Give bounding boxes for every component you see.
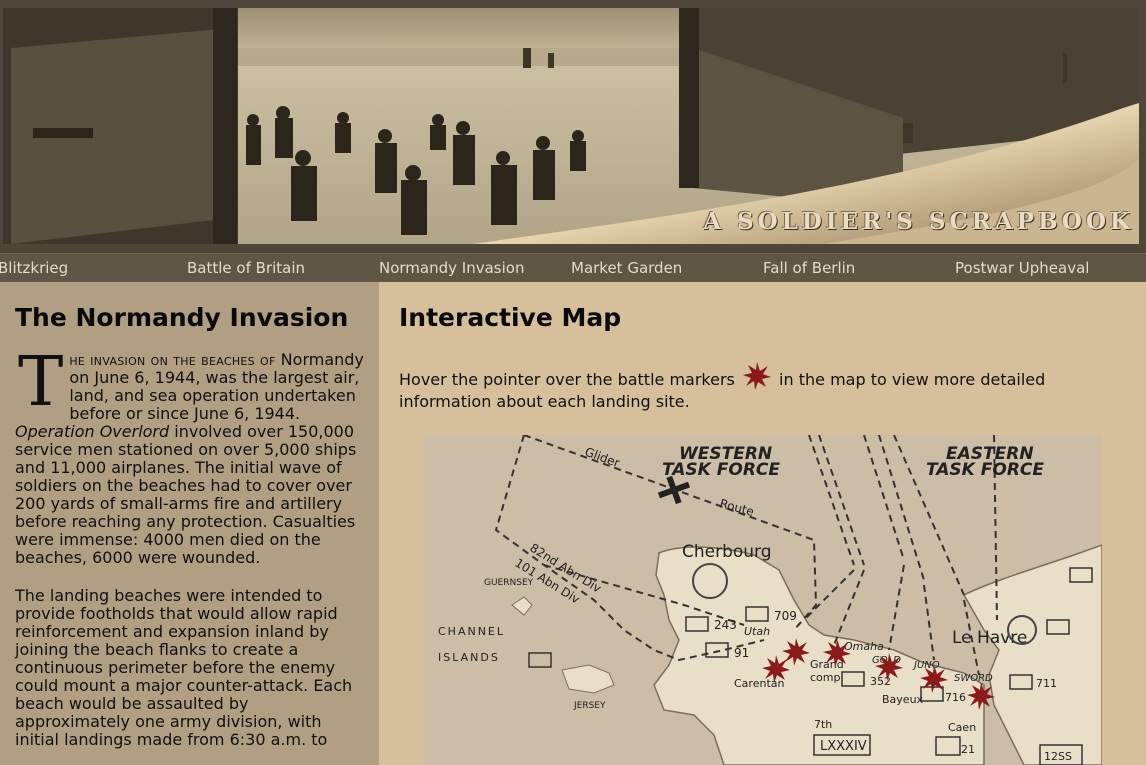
- nav-item-battle-of-britain[interactable]: Battle of Britain: [187, 259, 305, 277]
- article-paragraph-2: The landing beaches were intended to pro…: [15, 586, 353, 749]
- div-243-label: 243: [714, 618, 737, 632]
- channel-label: CHANNEL: [438, 625, 505, 638]
- main-nav: Blitzkrieg Battle of Britain Normandy In…: [0, 253, 1146, 282]
- sword-label: SWORD: [954, 673, 993, 684]
- lead-small-caps: he invasion on the beaches of: [69, 351, 276, 369]
- utah-label: Utah: [744, 625, 770, 638]
- map-instructions: Hover the pointer over the battle marker…: [399, 361, 1126, 413]
- map-section-title: Interactive Map: [399, 303, 622, 332]
- div-716-label: 716: [945, 691, 966, 704]
- carentan-label: Carentan: [734, 677, 784, 690]
- nav-item-market-garden[interactable]: Market Garden: [571, 259, 682, 277]
- map-column: Interactive Map Hover the pointer over t…: [379, 282, 1146, 765]
- cherbourg-label: Cherbourg: [682, 542, 772, 562]
- div-21-label: 21: [961, 743, 975, 756]
- article-paragraph-1: The invasion on the beaches of Normandy …: [15, 343, 364, 567]
- nav-item-fall-of-berlin[interactable]: Fall of Berlin: [763, 259, 855, 277]
- western-task-force-label-2: TASK FORCE: [662, 460, 780, 480]
- jersey-label: JERSEY: [573, 701, 606, 711]
- seventh-army-label: 7th: [814, 718, 832, 731]
- site-title[interactable]: A SOLDIER'S SCRAPBOOK: [703, 208, 1134, 235]
- cotentin-peninsula: [653, 546, 985, 765]
- header-banner: A SOLDIER'S SCRAPBOOK: [0, 0, 1146, 253]
- operation-name: Operation Overlord: [15, 422, 170, 441]
- paragraph-text: involved over 150,000 service men statio…: [15, 422, 357, 567]
- jersey-island: [561, 664, 615, 694]
- bayeux-label: Bayeux: [882, 693, 924, 706]
- eastern-task-force-label-2: TASK FORCE: [926, 460, 1044, 480]
- div-711-label: 711: [1036, 677, 1057, 690]
- drop-cap: T: [18, 343, 64, 422]
- omaha-label: Omaha: [844, 640, 884, 653]
- normandy-map: WESTERN TASK FORCE EASTERN TASK FORCE Gl…: [424, 435, 1102, 765]
- le-havre-label: Le Havre: [952, 628, 1027, 648]
- comp-label: comp: [810, 671, 840, 684]
- burst-shape: [742, 362, 771, 390]
- div-709-label: 709: [774, 609, 797, 623]
- div-12ss-label: 12SS: [1044, 750, 1072, 763]
- corps-label: LXXXIV: [820, 739, 867, 754]
- islands-label: ISLANDS: [438, 651, 500, 664]
- glider-label: Glider: [583, 445, 622, 470]
- div-91-label: 91: [734, 646, 749, 660]
- grand-label: Grand: [810, 658, 844, 671]
- route-label: Route: [718, 496, 755, 519]
- instruction-text: Hover the pointer over the battle marker…: [399, 370, 735, 389]
- article-column: The Normandy Invasion The invasion on th…: [0, 282, 379, 765]
- nav-item-normandy-invasion[interactable]: Normandy Invasion: [379, 259, 524, 277]
- guernsey-island: [511, 596, 533, 616]
- battle-marker-icon: [742, 362, 771, 390]
- caen-label: Caen: [948, 721, 976, 734]
- article-title: The Normandy Invasion: [15, 303, 349, 332]
- nav-item-postwar-upheaval[interactable]: Postwar Upheaval: [955, 259, 1089, 277]
- guernsey-label: GUERNSEY: [484, 578, 534, 588]
- nav-item-blitzkrieg[interactable]: Blitzkrieg: [0, 259, 68, 277]
